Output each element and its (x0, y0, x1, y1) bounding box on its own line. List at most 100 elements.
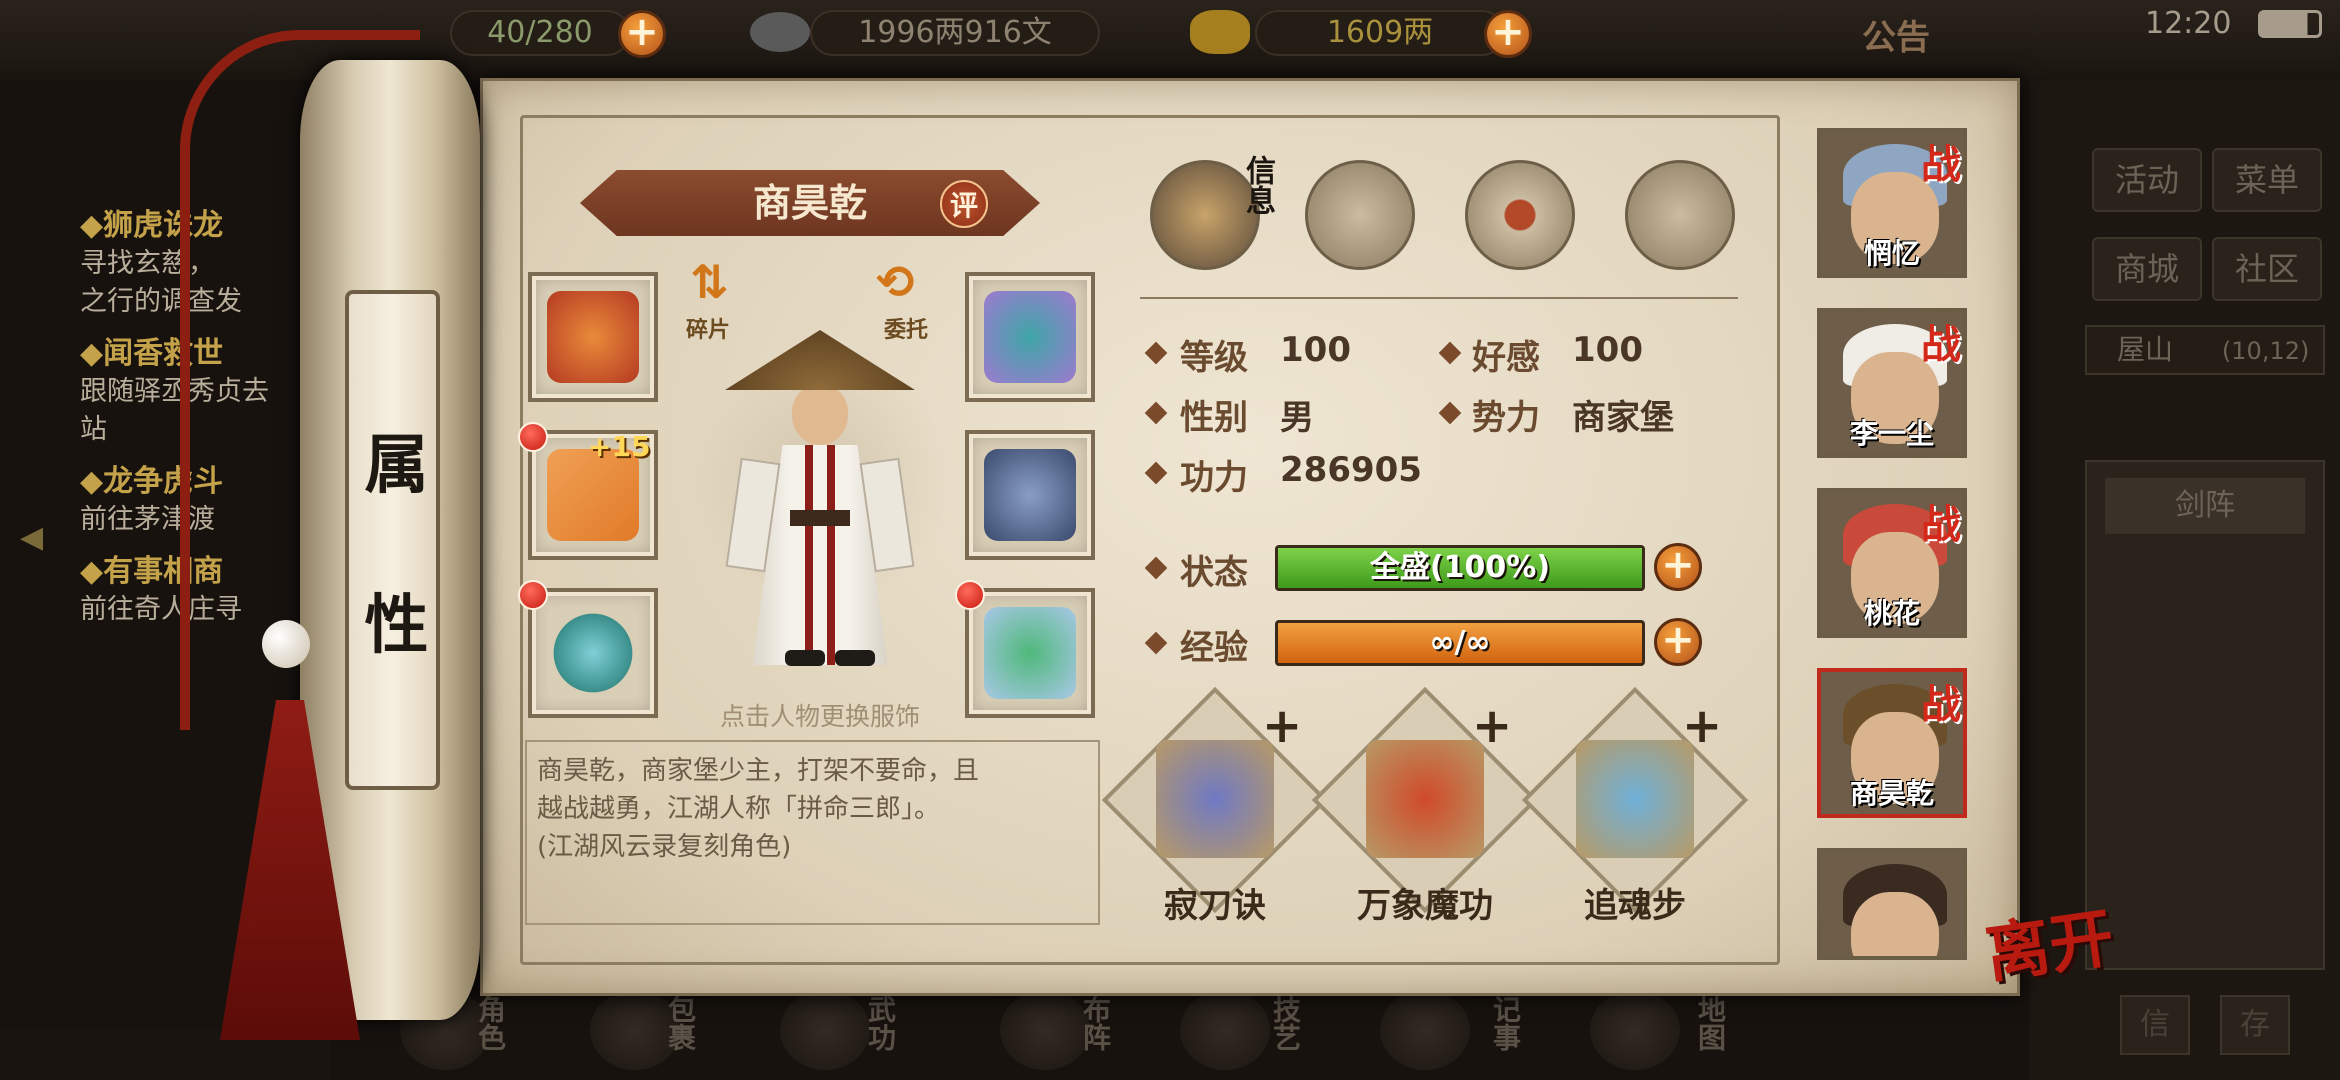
faction-label: 势力 (1472, 398, 1540, 438)
power-label: 功力 (1180, 458, 1248, 498)
power-value: 286905 (1280, 450, 1422, 490)
divider (1140, 297, 1738, 299)
party-member[interactable]: 战 桃花 (1817, 488, 1967, 638)
rate-button[interactable]: 评 (940, 180, 988, 228)
battle-tag: 战 (1921, 681, 1961, 728)
battle-tag: 战 (1921, 141, 1961, 188)
gold-text: 1609两 (1326, 15, 1434, 50)
character-description: 商昊乾，商家堡少主，打架不要命，且 越战越勇，江湖人称「拼命三郎」。 (江湖风云… (525, 740, 1100, 925)
bagua-tab-icon[interactable] (1465, 160, 1575, 270)
headband-icon (984, 291, 1076, 383)
martial-nav-icon[interactable] (780, 990, 870, 1070)
nav-label: 记事 (1489, 995, 1522, 1051)
notify-dot (518, 422, 548, 452)
collapse-arrow-icon[interactable]: ◀ (20, 520, 60, 560)
costume-hint: 点击人物更换服饰 (719, 702, 920, 731)
party-member-selected[interactable]: 战 商昊乾 (1817, 668, 1967, 818)
leave-button[interactable]: 离开 (1979, 887, 2119, 996)
nav-label: 技艺 (1269, 995, 1302, 1051)
other-side-button[interactable]: 存 (2220, 995, 2290, 1055)
silver-counter: 1996两916文 (810, 10, 1100, 56)
party-member[interactable]: 战 惘忆 (1817, 128, 1967, 278)
dragon-bracer-icon (547, 291, 639, 383)
favor-value: 100 (1572, 330, 1643, 370)
attribute-tab[interactable]: 属 性 (345, 290, 440, 790)
character-name: 商昊乾 (752, 180, 867, 225)
desc-line: 商昊乾，商家堡少主，打架不要命，且 (537, 756, 980, 786)
craft-nav-icon[interactable] (1180, 990, 1270, 1070)
location-name: 屋山 (2117, 333, 2174, 366)
favor-label: 好感 (1472, 338, 1540, 378)
desc-line: 越战越勇，江湖人称「拼命三郎」。 (537, 794, 941, 824)
nav-label: 地图 (1694, 995, 1727, 1051)
skill-name: 万象魔功 (1357, 886, 1493, 926)
add-gold-button[interactable]: + (1484, 10, 1532, 58)
skill-scroll-icon[interactable] (1156, 740, 1274, 858)
add-exp-button[interactable]: + (1654, 618, 1702, 666)
add-skill-icon[interactable]: + (1472, 698, 1512, 754)
level-label: 等级 (1180, 338, 1248, 378)
notify-dot (518, 580, 548, 610)
body-tab-icon[interactable] (1625, 160, 1735, 270)
info-side-button[interactable]: 信 (2120, 995, 2190, 1055)
resource-counter: 40/280 (450, 10, 630, 56)
formation-panel (2085, 460, 2325, 970)
skill-name: 追魂步 (1584, 886, 1686, 926)
gold-counter: 1609两 (1255, 10, 1505, 56)
battery-icon (2258, 10, 2322, 38)
exp-label: 经验 (1180, 628, 1248, 668)
equip-slot-ring[interactable] (528, 588, 658, 718)
member-name: 商昊乾 (1849, 777, 1934, 810)
entrust-cycle-icon[interactable]: ⟲ (876, 255, 915, 309)
activity-button[interactable]: 活动 (2092, 148, 2202, 212)
status-bar: 全盛(100%) (1275, 545, 1645, 591)
journal-nav-icon[interactable] (1380, 990, 1470, 1070)
equip-slot-dragon[interactable] (528, 272, 658, 402)
member-name: 李一尘 (1849, 417, 1934, 450)
character-head (792, 385, 848, 445)
portrait-face (1851, 892, 1939, 956)
fragment-label: 碎片 (686, 318, 731, 343)
jade-ring-icon (547, 607, 639, 699)
gold-ingot-icon (1190, 10, 1250, 54)
status-label: 状态 (1180, 553, 1248, 593)
restore-status-button[interactable]: + (1654, 543, 1702, 591)
battle-tag: 战 (1921, 501, 1961, 548)
gender-value: 男 (1280, 398, 1314, 438)
add-resource-button[interactable]: + (618, 10, 666, 58)
skill-scroll-icon[interactable] (1366, 740, 1484, 858)
shop-button[interactable]: 商城 (2092, 237, 2202, 301)
fragment-arrow-icon[interactable]: ⇅ (690, 255, 729, 309)
nav-label: 包裹 (664, 995, 697, 1051)
add-skill-icon[interactable]: + (1262, 698, 1302, 754)
nav-label: 武功 (864, 995, 897, 1051)
menu-button[interactable]: 菜单 (2212, 148, 2322, 212)
faction-value: 商家堡 (1572, 398, 1674, 438)
status-bar-text: 全盛(100%) (1369, 550, 1551, 585)
level-value: 100 (1280, 330, 1351, 370)
map-nav-icon[interactable] (1590, 990, 1680, 1070)
scroll-tab-icon[interactable] (1305, 160, 1415, 270)
location-display[interactable]: 屋山 (10,12) (2085, 325, 2325, 375)
notify-dot (955, 580, 985, 610)
exp-bar: ∞/∞ (1275, 620, 1645, 666)
tassel-bead (262, 620, 310, 668)
skill-scroll-icon[interactable] (1576, 740, 1694, 858)
formation-button[interactable]: 剑阵 (2105, 478, 2305, 534)
add-skill-icon[interactable]: + (1682, 698, 1722, 754)
battle-tag: 战 (1921, 321, 1961, 368)
jade-pendant-icon (984, 607, 1076, 699)
equip-slot-headband[interactable] (965, 272, 1095, 402)
skill-name: 寂刀诀 (1164, 886, 1266, 926)
member-name: 桃花 (1863, 597, 1920, 630)
equip-slot-armor[interactable] (965, 430, 1095, 560)
entrust-label: 委托 (884, 318, 929, 343)
party-member[interactable] (1817, 848, 1967, 960)
community-button[interactable]: 社区 (2212, 237, 2322, 301)
desc-line: (江湖风云录复刻角色) (537, 832, 792, 862)
party-member[interactable]: 战 李一尘 (1817, 308, 1967, 458)
equip-slot-accessory[interactable] (965, 588, 1095, 718)
notice-button[interactable]: 公告 (1862, 10, 1930, 59)
tab-char: 性 (364, 588, 429, 663)
gender-label: 性别 (1180, 398, 1248, 438)
